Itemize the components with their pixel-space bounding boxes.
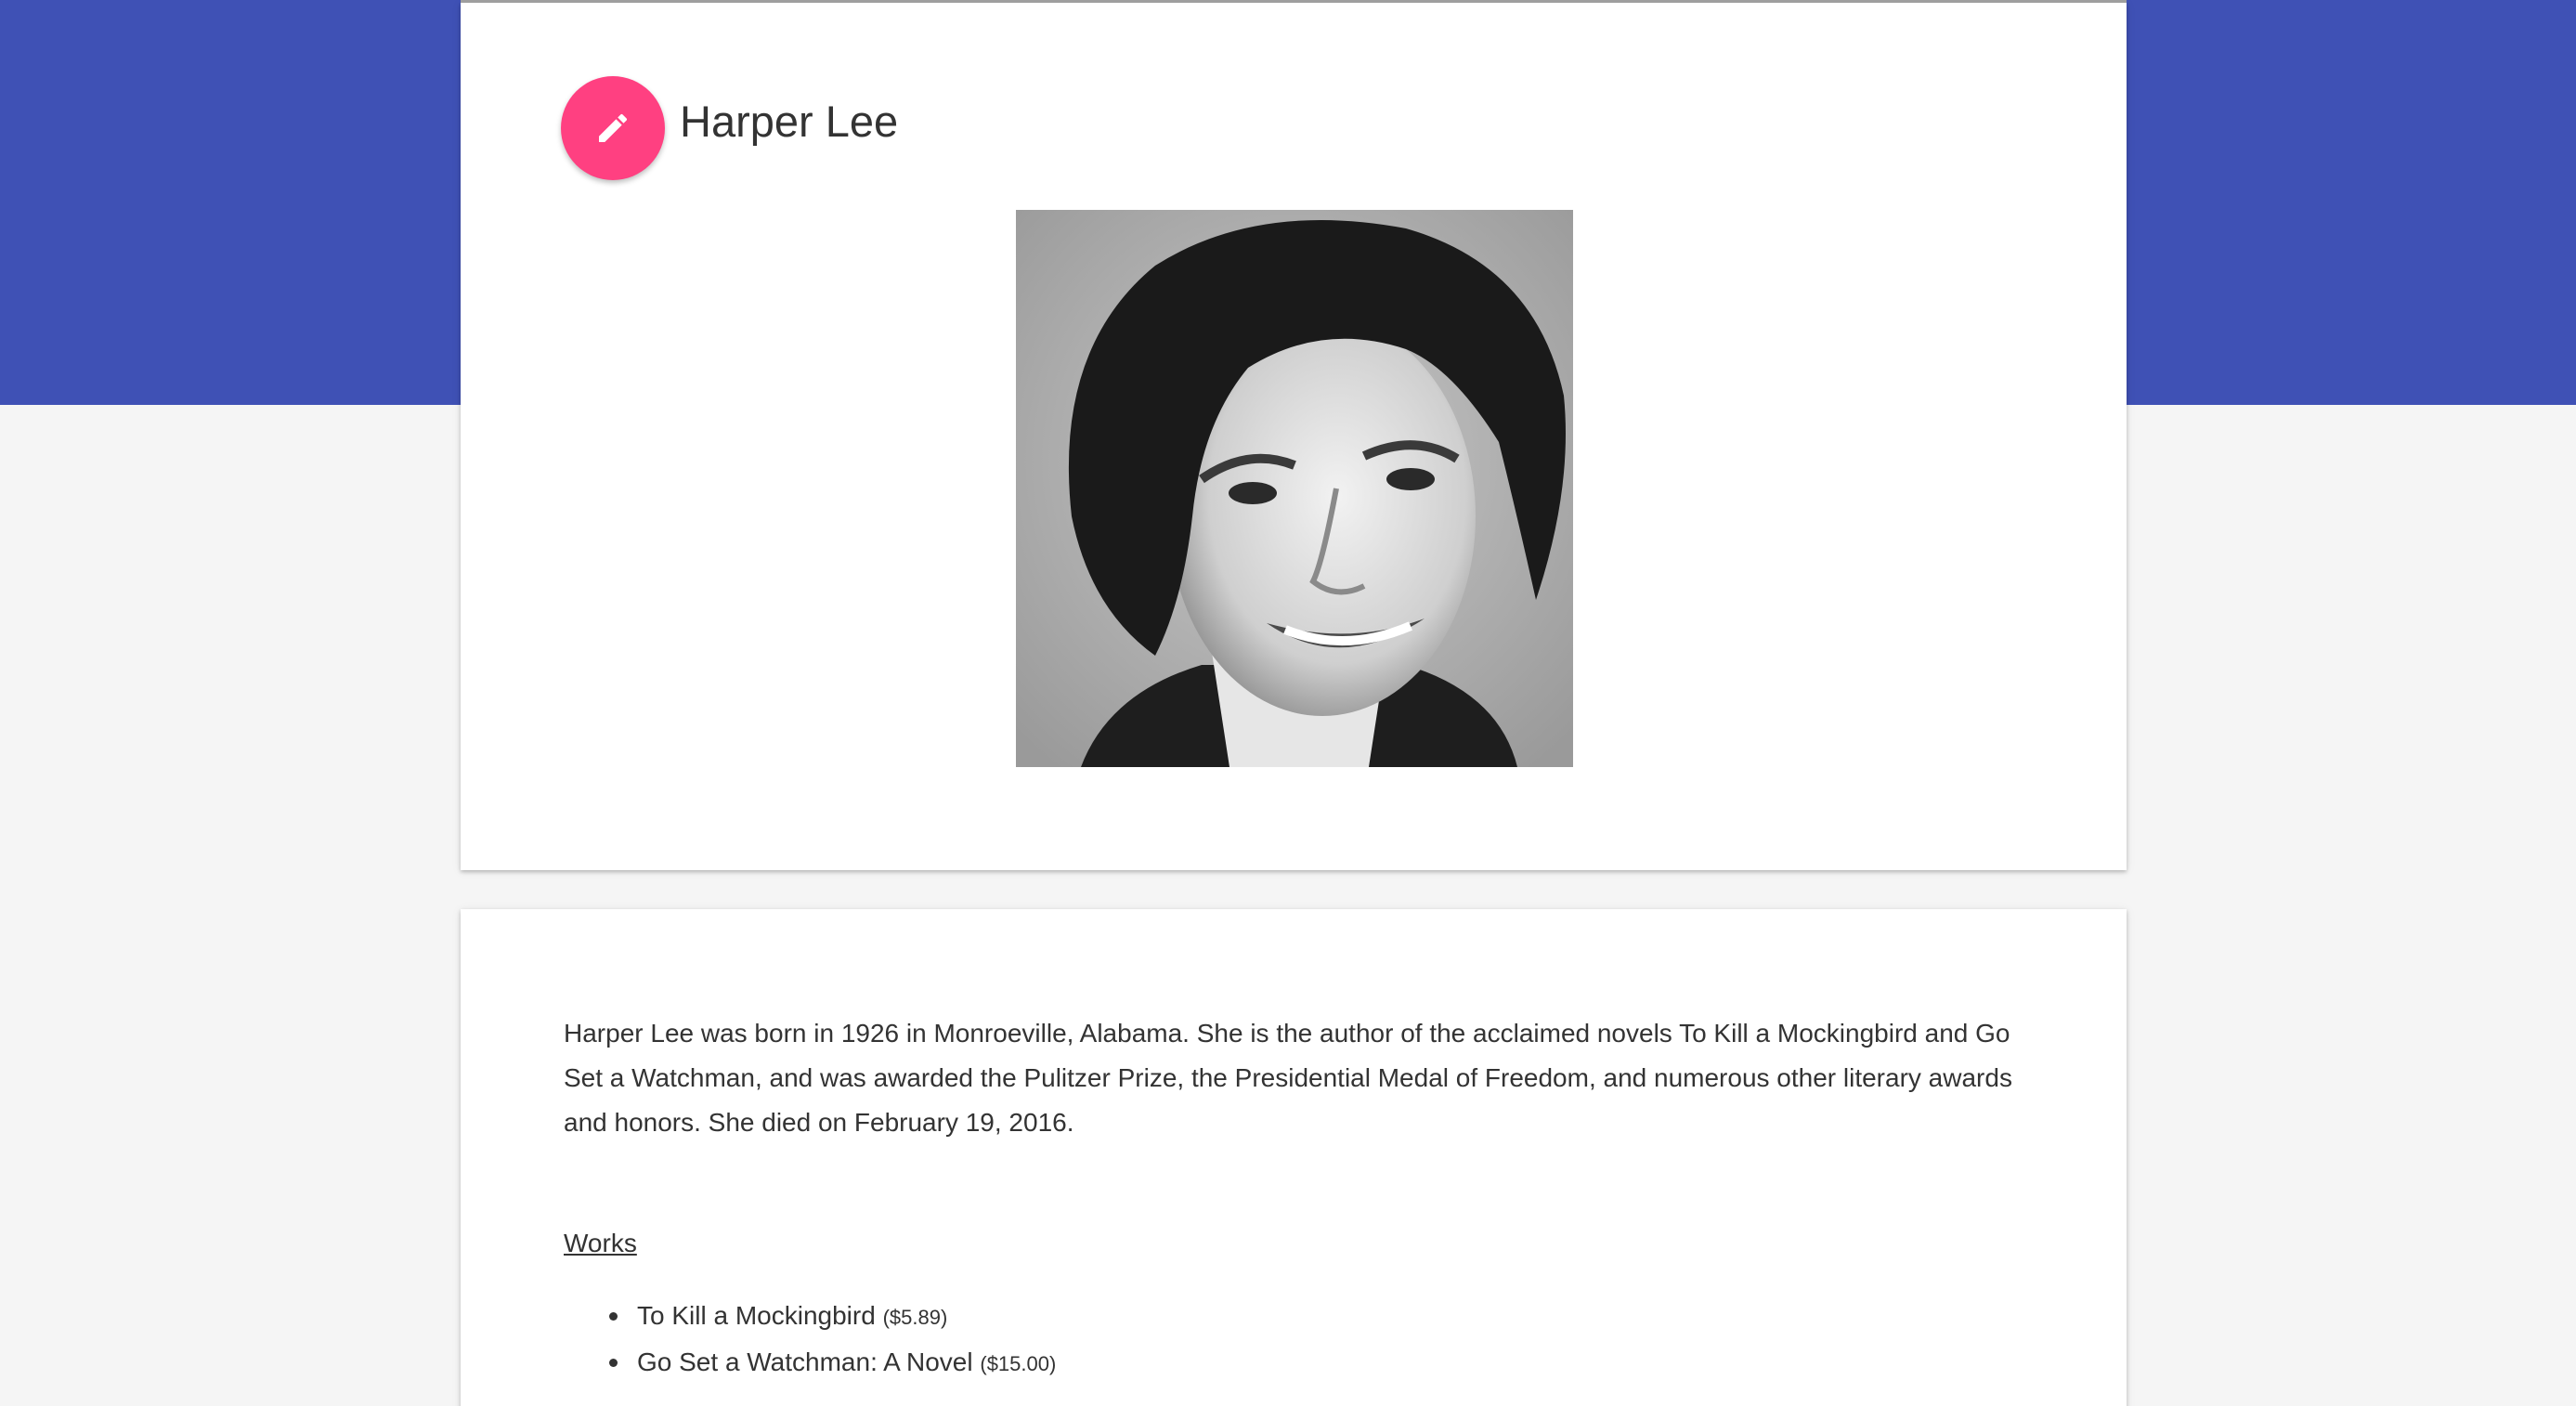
pencil-icon [599, 113, 628, 142]
list-item: Go Set a Watchman: A Novel ($15.00) [609, 1344, 1056, 1390]
list-item: To Kill a Mockingbird ($5.89) [609, 1297, 1056, 1344]
author-header-card: Harper Lee [461, 3, 2127, 870]
work-price: ($5.89) [882, 1306, 948, 1329]
author-details-card: Harper Lee was born in 1926 in Monroevil… [461, 909, 2127, 1406]
work-price: ($15.00) [980, 1352, 1057, 1375]
work-title-link[interactable]: To Kill a Mockingbird [637, 1301, 876, 1330]
page: Harper Lee Harper Lee was born in 1926 i… [0, 0, 2576, 1406]
top-divider [461, 0, 2127, 3]
works-list: To Kill a Mockingbird ($5.89) Go Set a W… [609, 1297, 1056, 1390]
work-title-link[interactable]: Go Set a Watchman: A Novel [637, 1347, 973, 1376]
author-bio: Harper Lee was born in 1926 in Monroevil… [564, 1019, 2012, 1137]
works-heading: Works [564, 1229, 637, 1257]
edit-button[interactable] [561, 76, 665, 180]
author-name: Harper Lee [680, 97, 899, 146]
author-portrait [1016, 210, 1573, 767]
